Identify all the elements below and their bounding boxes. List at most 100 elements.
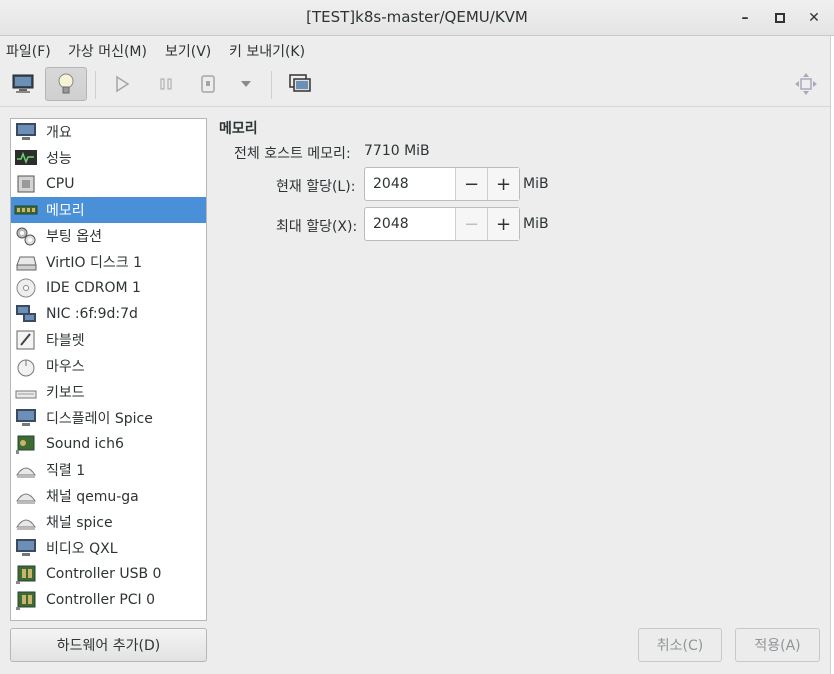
max-increase-button[interactable]: + (487, 208, 519, 240)
snapshot-icon (289, 74, 311, 92)
channel-icon (14, 511, 38, 533)
sidebar-item-label: 디스플레이 Spice (46, 411, 153, 427)
dropdown-icon (241, 81, 251, 87)
sidebar-item-label: Controller PCI 0 (46, 592, 156, 608)
sidebar-item[interactable]: 채널 spice (11, 509, 206, 535)
sidebar-item[interactable]: Controller PCI 0 (11, 587, 206, 613)
network-icon (14, 303, 38, 325)
sidebar-item-label: CPU (46, 176, 75, 192)
hard-disk-icon (14, 251, 38, 273)
current-allocation-label: 현재 할당(L): (276, 179, 356, 195)
sidebar-item-label: 성능 (46, 151, 72, 167)
sidebar-item-label: 비디오 QXL (46, 541, 118, 557)
sidebar-item-label: IDE CDROM 1 (46, 280, 141, 296)
cpu-chip-icon (14, 173, 38, 195)
menu-bar: 파일(F) 가상 머신(M) 보기(V) 키 보내기(K) (0, 37, 834, 63)
tablet-icon (14, 329, 38, 351)
sidebar-item-label: 메모리 (46, 203, 85, 219)
max-allocation-input[interactable]: 2048 (365, 208, 455, 240)
pause-icon (160, 78, 172, 90)
run-button[interactable] (101, 67, 143, 101)
sidebar-item[interactable]: 마우스 (11, 353, 206, 379)
console-button[interactable] (2, 67, 44, 101)
sidebar-item[interactable]: 메모리 (11, 197, 206, 223)
sidebar-item[interactable]: 채널 qemu-ga (11, 483, 206, 509)
serial-icon (14, 459, 38, 481)
sidebar-item-label: 채널 spice (46, 515, 113, 531)
gears-icon (14, 225, 38, 247)
sidebar-item-label: 채널 qemu-ga (46, 489, 139, 505)
video-icon (14, 537, 38, 559)
sidebar-item[interactable]: CPU (11, 171, 206, 197)
monitor-icon (14, 121, 38, 143)
sound-card-icon (14, 433, 38, 455)
details-button[interactable] (45, 67, 87, 101)
current-decrease-button[interactable]: − (455, 168, 487, 200)
mouse-icon (14, 355, 38, 377)
sidebar-item-label: Sound ich6 (46, 436, 124, 452)
current-allocation-spinner: 2048 − + (364, 167, 520, 201)
add-hardware-button[interactable]: 하드웨어 추가(D) (10, 628, 207, 662)
menu-file[interactable]: 파일(F) (6, 41, 51, 61)
fullscreen-button[interactable] (785, 67, 827, 101)
toolbar-separator (271, 71, 272, 99)
display-icon (14, 407, 38, 429)
sidebar-item-label: 타블렛 (46, 333, 85, 349)
sidebar-item-label: 개요 (46, 125, 72, 141)
maximize-icon (775, 13, 785, 23)
power-icon (201, 75, 215, 93)
current-increase-button[interactable]: + (487, 168, 519, 200)
sidebar-item[interactable]: Controller USB 0 (11, 561, 206, 587)
pause-button[interactable] (145, 67, 187, 101)
sidebar-item[interactable]: IDE CDROM 1 (11, 275, 206, 301)
sidebar-item[interactable]: 부팅 옵션 (11, 223, 206, 249)
sidebar-item[interactable]: 성능 (11, 145, 206, 171)
channel-icon (14, 485, 38, 507)
sidebar-item[interactable]: 개요 (11, 119, 206, 145)
host-memory-label: 전체 호스트 메모리: (234, 146, 351, 162)
sidebar-item-label: Controller USB 0 (46, 566, 162, 582)
sidebar-item[interactable]: 디스플레이 Spice (11, 405, 206, 431)
sidebar-item[interactable]: Sound ich6 (11, 431, 206, 457)
title-bar: [TEST]k8s-master/QEMU/KVM – ✕ (0, 0, 834, 36)
sidebar-item-label: NIC :6f:9d:7d (46, 306, 138, 322)
monitor-icon (12, 74, 34, 93)
close-button[interactable]: ✕ (802, 6, 826, 30)
host-memory-value: 7710 MiB (364, 143, 430, 159)
cdrom-icon (14, 277, 38, 299)
current-allocation-input[interactable]: 2048 (365, 168, 455, 200)
toolbar (0, 63, 834, 107)
toolbar-separator (95, 71, 96, 99)
sidebar-item[interactable]: 키보드 (11, 379, 206, 405)
sidebar-item-label: 부팅 옵션 (46, 229, 102, 245)
sidebar-item[interactable]: 직렬 1 (11, 457, 206, 483)
shutdown-menu-button[interactable] (226, 67, 266, 101)
fullscreen-icon (795, 73, 817, 95)
menu-vm[interactable]: 가상 머신(M) (68, 41, 147, 61)
menu-view[interactable]: 보기(V) (165, 41, 211, 61)
window-title: [TEST]k8s-master/QEMU/KVM (306, 8, 528, 26)
sidebar-item[interactable]: 비디오 QXL (11, 535, 206, 561)
hardware-list: 개요성능 CPU 메모리부팅 옵션 VirtIO 디스크 1 IDE CDROM 1 NI… (10, 118, 207, 621)
minimize-button[interactable]: – (733, 6, 757, 30)
snapshots-button[interactable] (279, 67, 321, 101)
keyboard-icon (14, 381, 38, 403)
controller-icon (14, 563, 38, 585)
sidebar-item-label: VirtIO 디스크 1 (46, 255, 143, 271)
max-allocation-label: 최대 할당(X): (276, 219, 358, 235)
sidebar-item[interactable]: NIC :6f:9d:7d (11, 301, 206, 327)
sidebar-item-label: 직렬 1 (46, 463, 86, 479)
sidebar-item[interactable]: 타블렛 (11, 327, 206, 353)
cancel-button[interactable]: 취소(C) (638, 628, 722, 662)
sidebar-item-label: 키보드 (46, 385, 85, 401)
play-icon (116, 75, 130, 93)
max-unit-label: MiB (523, 216, 549, 232)
sidebar-item-label: 마우스 (46, 359, 85, 375)
apply-button[interactable]: 적용(A) (735, 628, 820, 662)
menu-send-key[interactable]: 키 보내기(K) (229, 41, 305, 61)
maximize-button[interactable] (768, 6, 792, 30)
sidebar-item[interactable]: VirtIO 디스크 1 (11, 249, 206, 275)
shutdown-button[interactable] (187, 67, 229, 101)
max-decrease-button[interactable]: − (455, 208, 487, 240)
section-title: 메모리 (219, 121, 258, 137)
